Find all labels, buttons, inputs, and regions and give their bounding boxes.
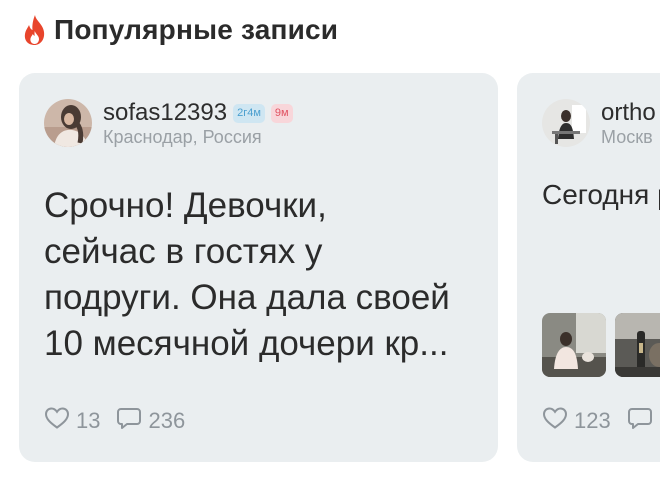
section-title: Популярные записи [54,14,339,45]
comment-icon [627,406,659,436]
comment-count: 236 [148,408,186,433]
section-header: Популярные записи [22,10,338,50]
username[interactable]: sofas12393 [103,99,227,127]
post-images [542,313,660,377]
avatar[interactable] [44,99,92,147]
like-count: 13 [76,408,101,433]
post-time-badge: 9м [270,103,293,123]
comment-button[interactable]: 236 [116,406,185,436]
heart-icon [44,406,76,436]
post-stats: 123 [542,406,660,436]
post-card[interactable]: sofas12393 2г4м 9м Краснодар, Россия Сро… [19,73,498,462]
post-stats: 13 236 [44,406,201,436]
photo-thumbnail[interactable] [542,313,606,377]
post-text[interactable]: Сегодня рожден организ [542,176,660,214]
heart-icon [542,406,574,436]
author-location: Москв [601,127,653,147]
like-count: 123 [574,408,611,433]
comment-button[interactable] [627,406,659,436]
post-author[interactable]: sofas12393 2г4м 9м Краснодар, Россия [44,98,293,148]
like-button[interactable]: 123 [542,406,611,436]
username[interactable]: ortho [601,99,656,127]
avatar[interactable] [542,99,590,147]
comment-icon [116,406,148,436]
like-button[interactable]: 13 [44,406,100,436]
author-location: Краснодар, Россия [103,127,262,147]
post-author[interactable]: ortho Москв [542,98,656,148]
fire-icon [22,14,48,46]
post-card[interactable]: ortho Москв Сегодня рожден организ [517,73,660,462]
popular-posts-section: Популярные записи sofas12393 2г4м 9м Кра… [0,0,660,486]
post-text[interactable]: Срочно! Девочки, сейчас в гостях у подру… [44,183,484,367]
photo-thumbnail[interactable] [615,313,660,377]
child-age-badge: 2г4м [233,103,265,123]
